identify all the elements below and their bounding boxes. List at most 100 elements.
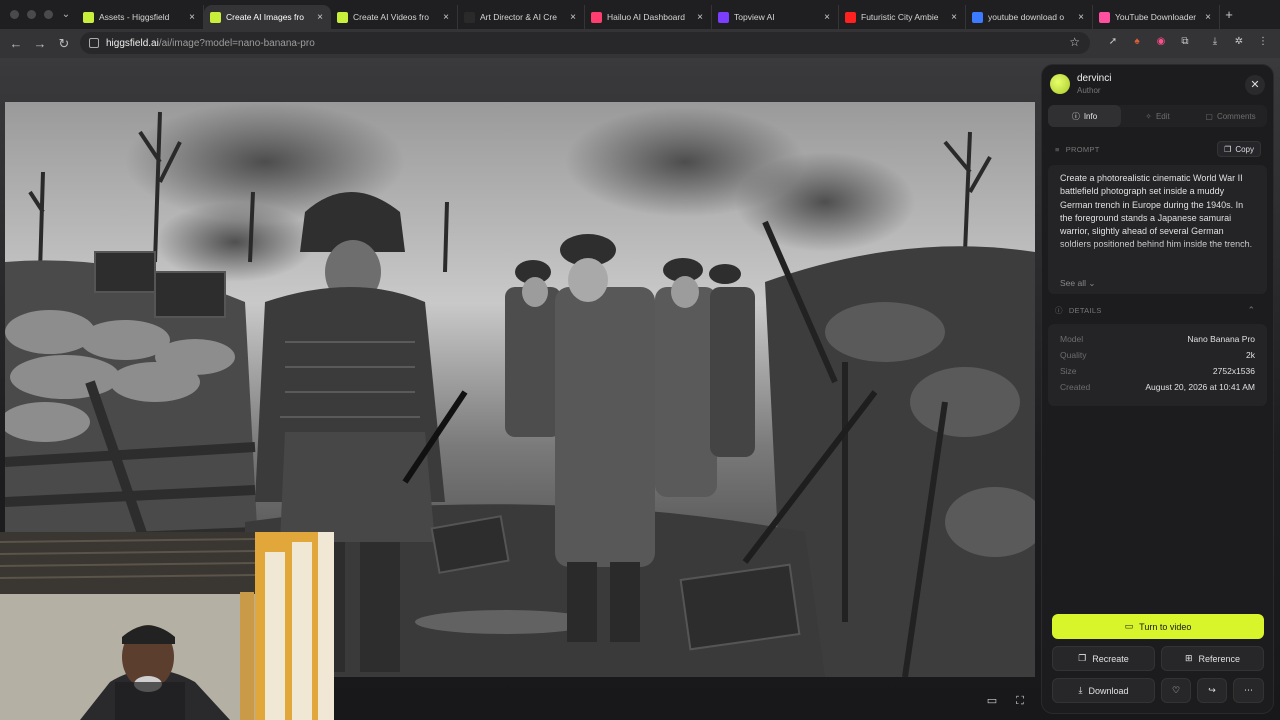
address-bar[interactable]: higgsfield.ai/ai/image?model=nano-banana… xyxy=(80,32,1090,54)
reference-button[interactable]: ⊞ Reference xyxy=(1161,646,1264,671)
author-block[interactable]: dervinci Author xyxy=(1050,73,1111,95)
tab-comments-label: Comments xyxy=(1216,111,1256,121)
browser-tab-title: Topview AI xyxy=(734,12,775,22)
tab-strip: Assets - Higgsfield × Create AI Images fro… xyxy=(77,0,1220,29)
turn-to-video-button[interactable]: ▭ Turn to video xyxy=(1052,614,1264,639)
tab-info-label: Info xyxy=(1083,111,1098,121)
detail-key: Model xyxy=(1060,334,1084,344)
tab-edit-label: Edit xyxy=(1155,111,1170,121)
extension-icons: ➚ ♠ ◉ ⧉ ⤓ ✲ ⋮ xyxy=(1106,35,1270,49)
download-button[interactable]: ⤓ Download xyxy=(1052,678,1155,703)
puzzle-extensions-icon[interactable]: ⧉ xyxy=(1178,35,1192,49)
copy-label: Copy xyxy=(1235,144,1254,154)
browser-tab[interactable]: Topview AI × xyxy=(712,5,839,29)
reload-icon[interactable]: ↻ xyxy=(52,36,76,52)
higgsfield-icon xyxy=(83,11,94,23)
close-tab-icon[interactable]: × xyxy=(187,12,197,23)
site-settings-icon[interactable] xyxy=(89,38,99,48)
downloader-icon xyxy=(1099,11,1110,23)
tab-comments[interactable]: ▢ Comments xyxy=(1194,105,1267,127)
detail-row-created: Created August 20, 2026 at 10:41 AM xyxy=(1060,379,1255,395)
detail-row-quality: Quality 2k xyxy=(1060,347,1255,363)
detail-key: Size xyxy=(1060,366,1077,376)
browser-tab[interactable]: Hailuo AI Dashboard × xyxy=(585,5,712,29)
prompt-box: Create a photorealistic cinematic World … xyxy=(1048,165,1267,294)
browser-tab[interactable]: Assets - Higgsfield × xyxy=(77,5,204,29)
browser-tab-title: Hailuo AI Dashboard xyxy=(607,12,685,22)
browser-tab[interactable]: youtube download o × xyxy=(966,5,1093,29)
collapse-chevron-icon[interactable]: ⌃ xyxy=(1247,305,1255,316)
author-role: Author xyxy=(1077,86,1101,95)
back-arrow-icon[interactable]: ← xyxy=(4,36,28,51)
tab-edit[interactable]: ✧ Edit xyxy=(1121,105,1194,127)
close-tab-icon[interactable]: × xyxy=(695,12,705,23)
close-tab-icon[interactable]: × xyxy=(568,12,578,23)
detail-value: 2k xyxy=(1246,350,1255,360)
rocket-extension-icon[interactable]: ➚ xyxy=(1106,35,1120,49)
webcam-overlay xyxy=(0,532,334,720)
author-name: dervinci xyxy=(1077,73,1112,84)
close-tab-icon[interactable]: × xyxy=(1203,12,1213,23)
close-tab-icon[interactable]: × xyxy=(949,12,959,23)
browser-tab-title: youtube download o xyxy=(988,12,1065,22)
fullscreen-icon[interactable]: ⛶ xyxy=(1013,694,1027,708)
heart-icon: ♡ xyxy=(1171,685,1181,695)
browser-tab-title: Create AI Images fro xyxy=(226,12,304,22)
more-dots-icon: ⋯ xyxy=(1244,685,1253,695)
chatgpt-icon xyxy=(464,11,475,23)
recreate-button[interactable]: ❐ Recreate xyxy=(1052,646,1155,671)
close-window-dot[interactable] xyxy=(10,10,19,19)
window-controls[interactable] xyxy=(0,10,55,19)
browser-tab[interactable]: Create AI Images fro × xyxy=(204,5,331,29)
close-icon[interactable]: ✕ xyxy=(1245,75,1265,95)
browser-tab[interactable]: YouTube Downloader × xyxy=(1093,5,1220,29)
browser-tab-title: Create AI Videos fro xyxy=(353,12,429,22)
prompt-icon: ≡ xyxy=(1055,145,1060,154)
forward-arrow-icon[interactable]: → xyxy=(28,36,52,51)
close-tab-icon[interactable]: × xyxy=(822,12,832,23)
share-button[interactable]: ↪ xyxy=(1197,678,1227,703)
new-tab-plus-icon[interactable]: + xyxy=(1220,7,1238,22)
shield-extension-icon[interactable]: ◉ xyxy=(1154,35,1168,49)
close-tab-icon[interactable]: × xyxy=(441,12,451,23)
reference-icon: ⊞ xyxy=(1184,653,1193,663)
copy-button[interactable]: ❐ Copy xyxy=(1217,141,1261,157)
detail-row-size: Size 2752x1536 xyxy=(1060,363,1255,379)
browser-tab[interactable]: Create AI Videos fro × xyxy=(331,5,458,29)
close-tab-icon[interactable]: × xyxy=(1076,12,1086,23)
details-heading-label: DETAILS xyxy=(1068,306,1102,315)
detail-key: Created xyxy=(1060,382,1091,392)
higgsfield-icon xyxy=(210,11,221,23)
viewer-controls: ▭ ⛶ xyxy=(985,694,1027,708)
see-all-button[interactable]: See all ⌄ xyxy=(1060,277,1096,290)
url-host: higgsfield.ai xyxy=(106,37,159,49)
close-tab-icon[interactable]: × xyxy=(315,12,325,23)
like-button[interactable]: ♡ xyxy=(1161,678,1191,703)
detail-value: August 20, 2026 at 10:41 AM xyxy=(1145,382,1255,392)
profile-icon[interactable]: ✲ xyxy=(1232,35,1246,49)
download-icon: ⤓ xyxy=(1078,685,1083,695)
fox-extension-icon[interactable]: ♠ xyxy=(1130,35,1144,49)
browser-tab-title: Futuristic City Ambie xyxy=(861,12,939,22)
prompt-text: Create a photorealistic cinematic World … xyxy=(1060,173,1253,250)
maximize-window-dot[interactable] xyxy=(44,10,53,19)
browser-tab-title: Assets - Higgsfield xyxy=(99,12,170,22)
page: ▭ ⛶ dervinci Author ✕ ⓘ Info ✧ Edit ▢ Co… xyxy=(0,58,1280,720)
browser-tab[interactable]: Art Director & AI Cre × xyxy=(458,5,585,29)
see-all-label: See all xyxy=(1060,278,1086,288)
browser-tab[interactable]: Futuristic City Ambie × xyxy=(839,5,966,29)
caption-toggle-icon[interactable]: ▭ xyxy=(985,694,999,708)
tab-search-chevron-icon[interactable]: ⌄ xyxy=(55,9,77,20)
more-options-button[interactable]: ⋯ xyxy=(1233,678,1264,703)
bookmark-star-icon[interactable]: ☆ xyxy=(1069,35,1080,49)
download-tray-icon[interactable]: ⤓ xyxy=(1208,35,1222,49)
minimize-window-dot[interactable] xyxy=(27,10,36,19)
detail-key: Quality xyxy=(1060,350,1087,360)
tab-info[interactable]: ⓘ Info xyxy=(1048,105,1121,127)
kebab-menu-icon[interactable]: ⋮ xyxy=(1256,35,1270,49)
details-heading: ⓘ DETAILS xyxy=(1055,305,1102,316)
search-icon xyxy=(972,11,983,23)
edit-sparkle-icon: ✧ xyxy=(1145,111,1152,121)
details-table: Model Nano Banana Pro Quality 2k Size 2752x… xyxy=(1048,324,1267,406)
url-path: /ai/image?model=nano-banana-pro xyxy=(158,37,315,49)
